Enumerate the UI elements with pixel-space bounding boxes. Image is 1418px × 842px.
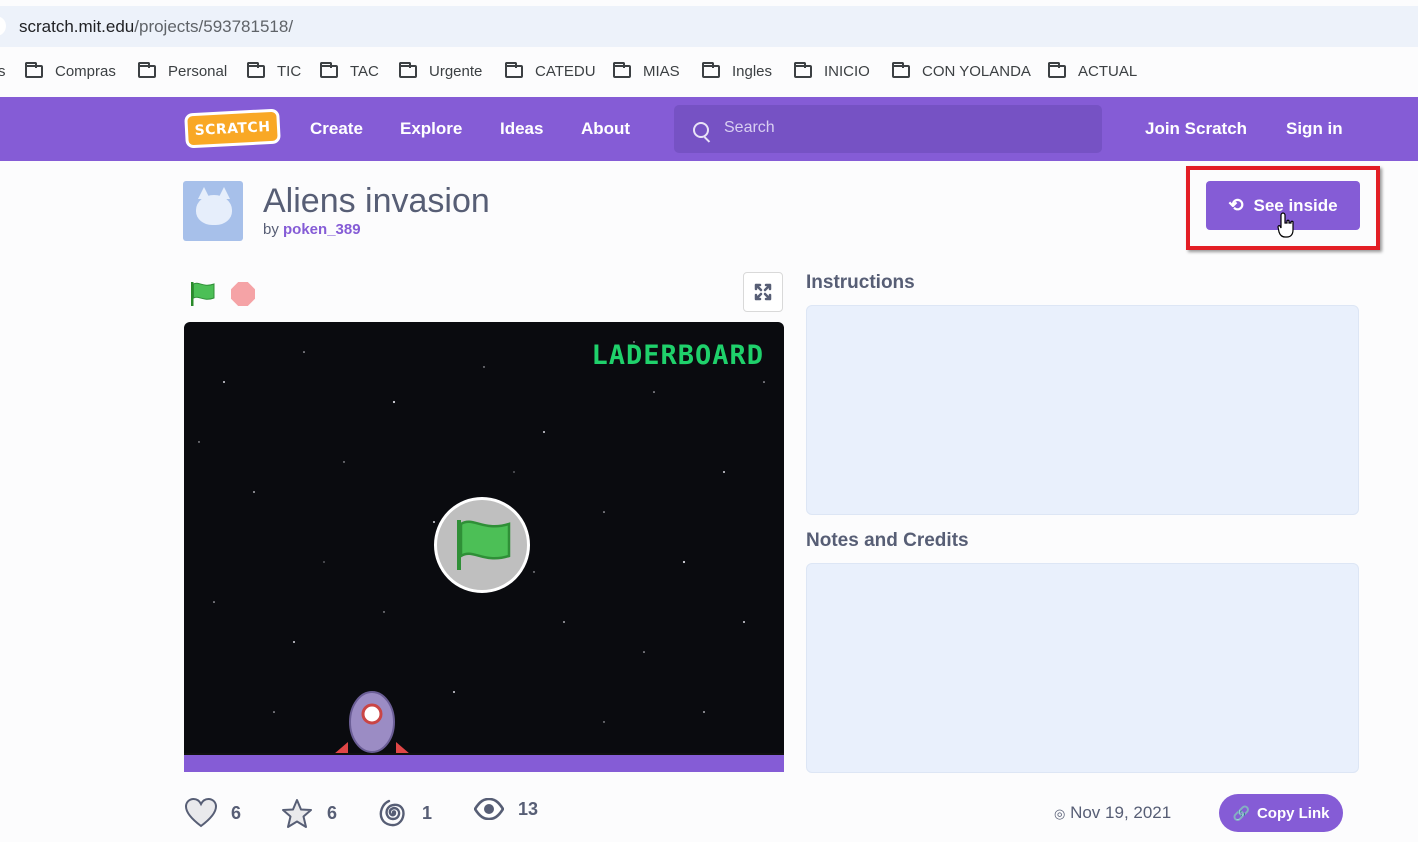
- bookmark-tac[interactable]: TAC: [320, 62, 379, 80]
- nav-ideas[interactable]: Ideas: [500, 119, 543, 139]
- favorites-count: 6: [327, 803, 338, 823]
- address-bar[interactable]: scratch.mit.edu/projects/593781518/: [0, 6, 1418, 47]
- views-count: 13: [518, 798, 539, 819]
- bookmark-fragment-label: s: [0, 63, 6, 80]
- search-input[interactable]: Search: [674, 105, 1102, 153]
- logo-text: SCRATCH: [194, 118, 271, 139]
- views-stat: 13: [474, 798, 538, 820]
- bookmark-actual[interactable]: ACTUAL: [1048, 62, 1138, 80]
- project-stage[interactable]: LADERBOARD: [184, 322, 784, 772]
- hand-cursor-icon: [1277, 212, 1294, 238]
- star-icon: [282, 799, 312, 828]
- nav-explore[interactable]: Explore: [400, 119, 462, 139]
- folder-icon: [247, 62, 265, 78]
- folder-icon: [25, 62, 43, 78]
- instructions-heading: Instructions: [806, 272, 915, 293]
- notes-box: [806, 563, 1359, 773]
- date-text: Nov 19, 2021: [1070, 803, 1172, 822]
- fullscreen-button[interactable]: [743, 272, 783, 312]
- fullscreen-icon: [754, 283, 772, 301]
- scratch-logo[interactable]: SCRATCH: [184, 108, 281, 149]
- copy-link-button[interactable]: 🔗 Copy Link: [1219, 794, 1343, 832]
- scratch-navbar: SCRATCH Create Explore Ideas About Searc…: [0, 97, 1418, 161]
- leaderboard-text: LADERBOARD: [591, 340, 764, 371]
- sign-in-link[interactable]: Sign in: [1286, 119, 1343, 139]
- join-scratch-link[interactable]: Join Scratch: [1145, 119, 1247, 139]
- project-title: Aliens invasion: [263, 182, 490, 220]
- bookmark-mias[interactable]: MIAS: [613, 62, 680, 80]
- folder-icon: [613, 62, 631, 78]
- bookmark-label: CON YOLANDA: [922, 63, 1031, 80]
- author-link[interactable]: poken_389: [283, 221, 361, 238]
- bookmark-label: Compras: [55, 63, 116, 80]
- favorites-stat[interactable]: 6: [281, 798, 337, 829]
- green-flag-icon: [457, 520, 511, 570]
- bookmark-fragment[interactable]: s: [0, 63, 6, 80]
- bookmark-urgente[interactable]: Urgente: [399, 62, 483, 80]
- bookmark-inicio[interactable]: INICIO: [794, 62, 870, 80]
- bookmark-label: Ingles: [732, 63, 773, 80]
- folder-icon: [399, 62, 417, 78]
- loves-count: 6: [231, 802, 242, 823]
- bookmark-tic[interactable]: TIC: [247, 62, 302, 80]
- rocket-sprite: [334, 691, 410, 754]
- url-text[interactable]: scratch.mit.edu/projects/593781518/: [19, 17, 293, 37]
- remixes-count: 1: [422, 802, 433, 823]
- folder-icon: [1048, 62, 1066, 78]
- bookmark-label: Urgente: [429, 63, 483, 80]
- stage-loading-bar: [184, 755, 784, 772]
- author-avatar[interactable]: [183, 181, 243, 241]
- by-label: by: [263, 221, 279, 238]
- nav-create[interactable]: Create: [310, 119, 363, 139]
- folder-icon: [892, 62, 910, 78]
- link-icon: 🔗: [1232, 804, 1250, 821]
- bookmark-label: Personal: [168, 63, 228, 80]
- folder-icon: [794, 62, 812, 78]
- nav-about[interactable]: About: [581, 119, 630, 139]
- notes-heading: Notes and Credits: [806, 530, 969, 551]
- loves-stat[interactable]: 6: [185, 798, 241, 828]
- site-info-icon[interactable]: [0, 16, 6, 36]
- project-byline: by poken_389: [263, 221, 361, 238]
- project-date: ◎ Nov 19, 2021: [1054, 803, 1171, 823]
- bookmark-label: INICIO: [824, 63, 870, 80]
- bookmark-label: ACTUAL: [1078, 63, 1138, 80]
- bookmark-compras[interactable]: Compras: [25, 62, 116, 80]
- remix-spiral-icon: [379, 799, 405, 827]
- instructions-box: [806, 305, 1359, 515]
- folder-icon: [505, 62, 523, 78]
- url-host: scratch.mit.edu: [19, 17, 135, 36]
- bookmark-label: TAC: [350, 63, 379, 80]
- stage-green-flag-button[interactable]: [434, 497, 530, 593]
- bookmark-personal[interactable]: Personal: [138, 62, 228, 80]
- bookmark-catedu[interactable]: CATEDU: [505, 62, 596, 80]
- search-icon: [693, 122, 709, 138]
- clock-icon: ◎: [1054, 806, 1066, 821]
- stop-icon[interactable]: [231, 282, 255, 306]
- bookmarks-bar: s Compras Personal TIC TAC Urgente CATED…: [0, 55, 1418, 89]
- eye-icon: [474, 798, 504, 820]
- bookmark-ingles[interactable]: Ingles: [702, 62, 773, 80]
- url-path: /projects/593781518/: [134, 17, 294, 36]
- bookmark-label: TIC: [277, 63, 302, 80]
- bookmark-label: MIAS: [643, 63, 680, 80]
- remixes-stat: 1: [378, 798, 432, 828]
- folder-icon: [702, 62, 720, 78]
- copy-link-label: Copy Link: [1256, 804, 1330, 822]
- green-flag-icon[interactable]: [190, 281, 216, 307]
- heart-icon: [185, 798, 217, 828]
- folder-icon: [320, 62, 338, 78]
- search-placeholder: Search: [724, 119, 775, 136]
- folder-icon: [138, 62, 156, 78]
- bookmark-con-yolanda[interactable]: CON YOLANDA: [892, 62, 1031, 80]
- bookmark-label: CATEDU: [535, 63, 596, 80]
- cat-icon: [196, 187, 232, 225]
